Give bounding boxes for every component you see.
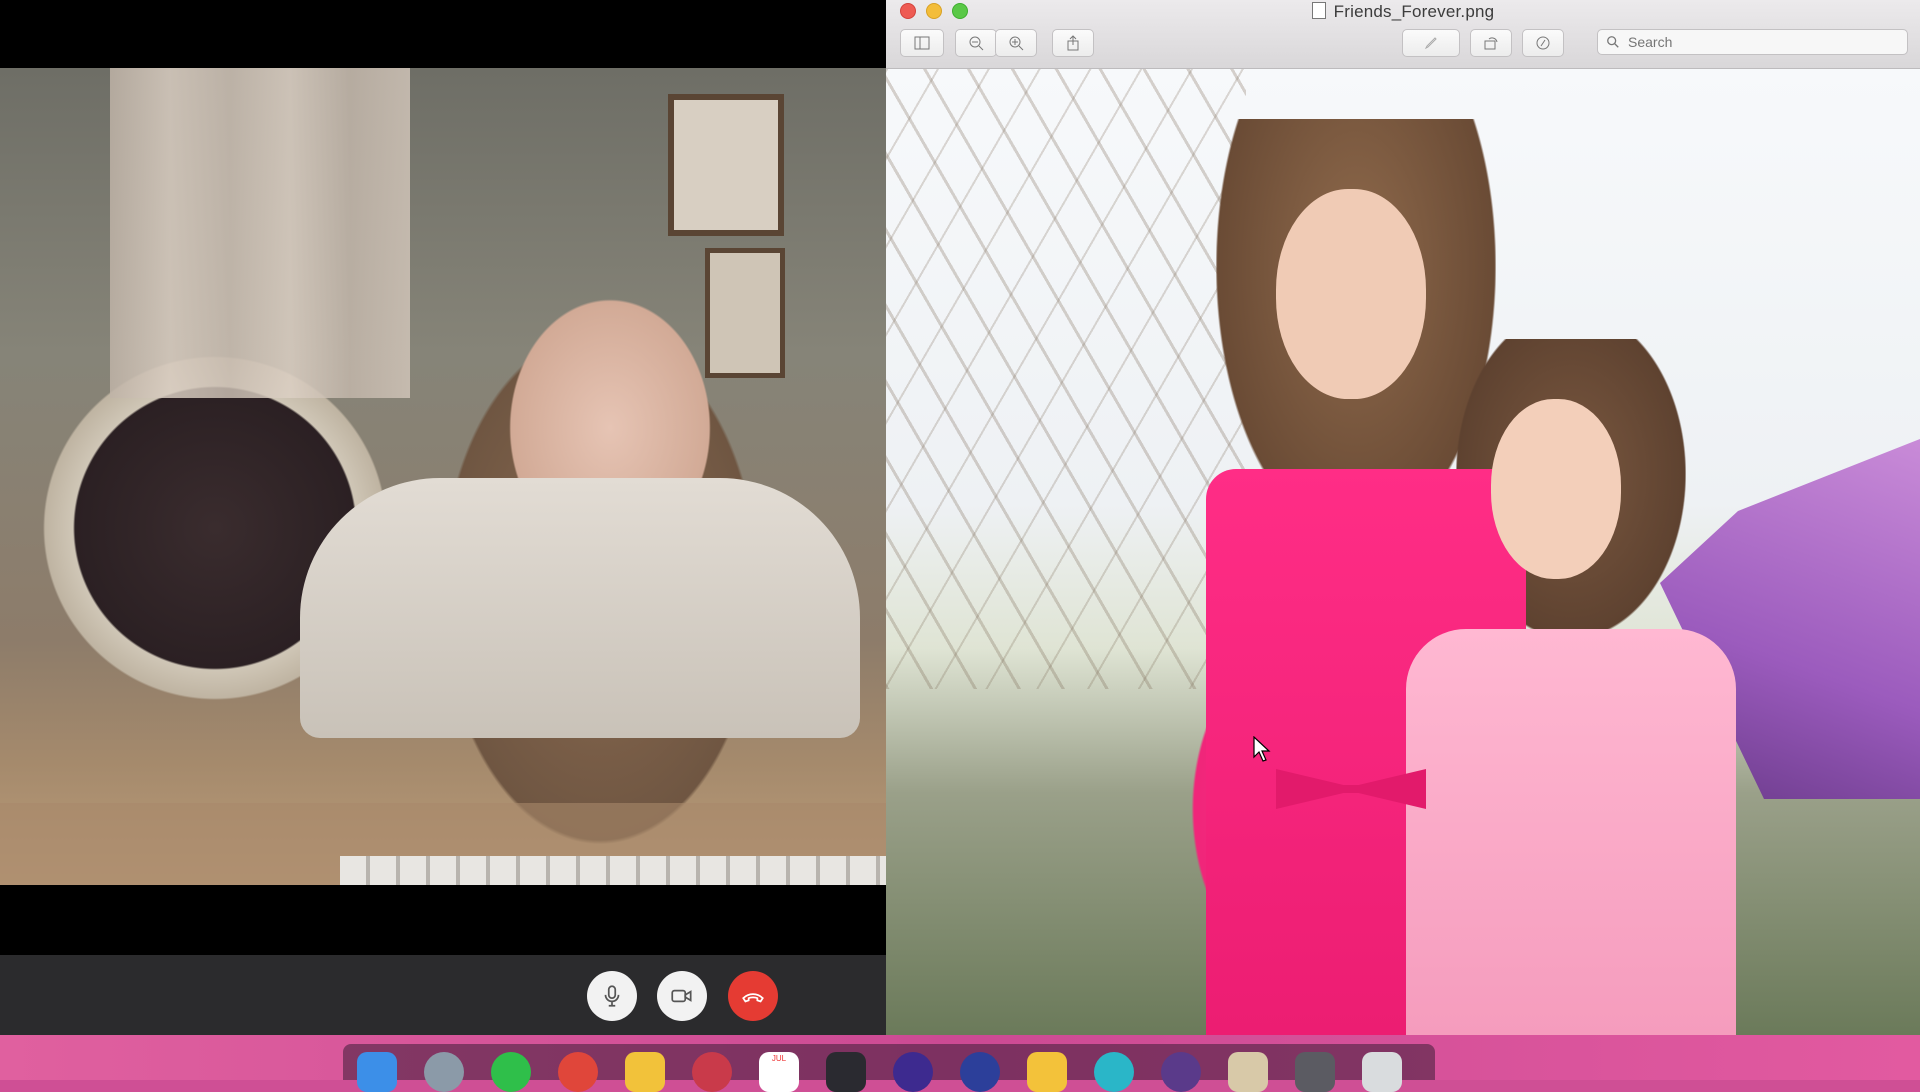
girl-right-face	[1491, 399, 1621, 579]
annotate-button[interactable]	[1522, 29, 1564, 57]
hang-up-icon	[742, 993, 764, 1003]
end-call-button[interactable]	[728, 971, 778, 1021]
dock-app-teal-icon[interactable]	[1094, 1052, 1134, 1092]
background-curtain	[110, 68, 410, 398]
dock-app-purple-icon[interactable]	[893, 1052, 933, 1092]
zoom-in-button[interactable]	[995, 29, 1037, 57]
sidebar-toggle-button[interactable]	[900, 29, 944, 57]
window-title-text: Friends_Forever.png	[1333, 2, 1495, 21]
search-input[interactable]	[1626, 33, 1890, 51]
rotate-icon	[1484, 37, 1498, 50]
zoom-out-icon	[969, 36, 984, 51]
title-bar: Friends_Forever.png	[886, 0, 1920, 69]
share-button[interactable]	[1052, 29, 1094, 57]
call-controls-bar	[0, 955, 886, 1035]
calendar-month-label: JUL	[771, 1054, 787, 1063]
girl-left-face	[1276, 189, 1426, 399]
dock-notes-icon[interactable]	[625, 1052, 665, 1092]
search-field[interactable]	[1597, 29, 1908, 55]
markup-circle-icon	[1536, 36, 1550, 50]
zoom-out-button[interactable]	[955, 29, 997, 57]
dock-app-blue-dark-icon[interactable]	[960, 1052, 1000, 1092]
dock-whatsapp-icon[interactable]	[491, 1052, 531, 1092]
image-canvas	[886, 69, 1920, 1035]
window-title: Friends_Forever.png	[886, 2, 1920, 22]
dock-system-preferences-icon[interactable]	[1295, 1052, 1335, 1092]
pen-icon	[1424, 37, 1437, 50]
sidebar-icon	[914, 36, 930, 50]
markup-button[interactable]	[1402, 29, 1460, 57]
dock: JUL	[343, 1044, 1435, 1092]
dock-games-icon[interactable]	[826, 1052, 866, 1092]
zoom-in-icon	[1009, 36, 1024, 51]
dock-calendar-icon[interactable]: JUL	[759, 1052, 799, 1092]
tree-branches	[886, 69, 1246, 689]
dock-starred-icon[interactable]	[1027, 1052, 1067, 1092]
dock-trash-icon[interactable]	[1362, 1052, 1402, 1092]
camera-toggle-button[interactable]	[657, 971, 707, 1021]
mouse-cursor-icon	[1253, 736, 1271, 762]
person-shirt	[300, 478, 860, 738]
share-icon	[1067, 35, 1079, 51]
png-file-icon	[1311, 2, 1326, 19]
dock-finder-icon[interactable]	[357, 1052, 397, 1092]
wall-picture-frame	[705, 248, 785, 378]
keyboard	[340, 856, 886, 885]
dock-photo-booth-icon[interactable]	[692, 1052, 732, 1092]
preview-window: Friends_Forever.png	[886, 0, 1920, 1035]
mute-button[interactable]	[587, 971, 637, 1021]
video-camera-icon	[671, 989, 692, 1003]
light-pink-dress	[1406, 629, 1736, 1035]
dock-chrome-icon[interactable]	[558, 1052, 598, 1092]
remote-video-feed	[0, 68, 886, 885]
search-icon	[1607, 36, 1619, 48]
rotate-button[interactable]	[1470, 29, 1512, 57]
dock-launchpad-icon[interactable]	[424, 1052, 464, 1092]
microphone-icon	[604, 985, 620, 1007]
dock-app-violet-icon[interactable]	[1161, 1052, 1201, 1092]
dock-preview-icon[interactable]	[1228, 1052, 1268, 1092]
video-call-window	[0, 0, 886, 1035]
wall-picture-frame	[668, 94, 784, 236]
